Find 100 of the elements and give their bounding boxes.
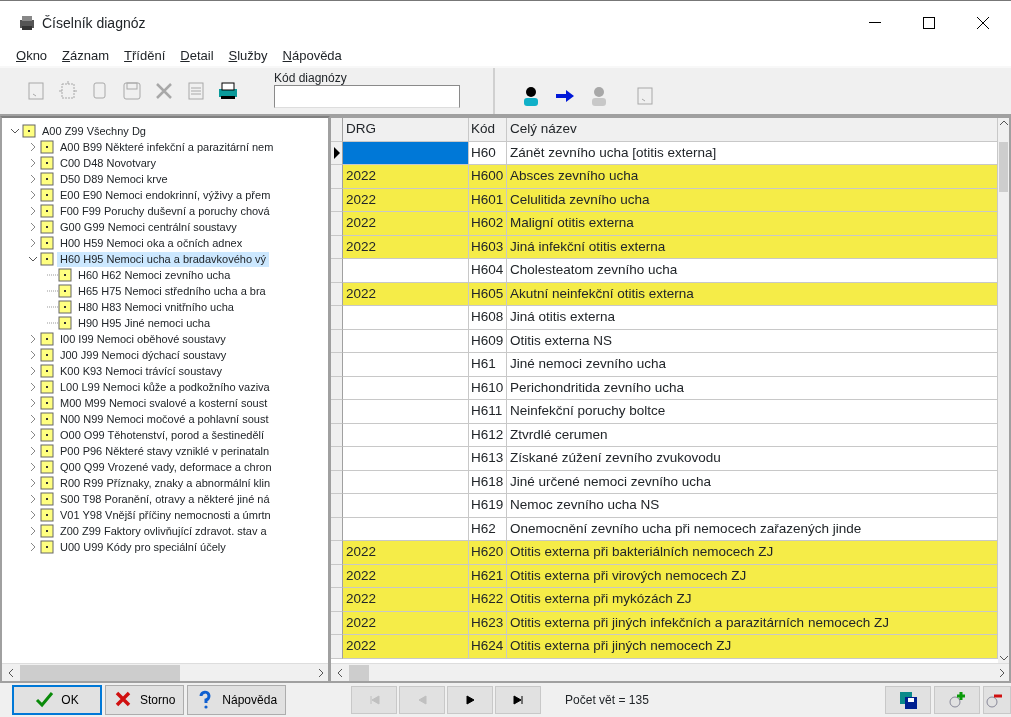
node-icon [58,268,72,282]
table-cell: Neinfekční poruchy boltce [507,400,998,424]
column-header[interactable]: Kód [469,118,507,142]
table-cell: Celulitida zevního ucha [507,188,998,212]
node-icon [40,220,54,234]
node-icon [40,380,54,394]
tree-item[interactable]: F00 F99 Poruchy duševní a poruchy chová [57,203,273,219]
table-cell: H604 [469,259,507,283]
table-cell: H605 [469,282,507,306]
node-icon [40,476,54,490]
tree-item[interactable]: R00 R99 Příznaky, znaky a abnormální klin [57,475,274,491]
table-cell: H602 [469,212,507,236]
node-icon [58,300,72,314]
column-header[interactable]: Celý název [507,118,998,142]
table-cell: Jiné určené nemoci zevního ucha [507,470,998,494]
node-icon [40,140,54,154]
tree-item[interactable]: V01 Y98 Vnější příčiny nemocnosti a úmrtn [57,507,274,523]
menu-item[interactable]: Detail [173,45,221,66]
tree-item[interactable]: Q00 Q99 Vrozené vady, deformace a chron [57,459,275,475]
tree-item[interactable]: L00 L99 Nemoci kůže a podkožního vaziva [57,379,273,395]
tree-item[interactable]: G00 G99 Nemoci centrální soustavy [57,219,240,235]
tree-item[interactable]: P00 P96 Některé stavy vzniklé v perinataln [57,443,273,459]
row-pointer-icon [332,146,341,159]
printer-icon [217,80,239,102]
node-icon [58,284,72,298]
vertical-scrollbar[interactable] [998,118,1009,663]
horizontal-scrollbar[interactable] [2,663,328,681]
sheet-icon [185,80,207,102]
menu-item[interactable]: Služby [221,45,275,66]
table-cell: H600 [469,165,507,189]
menu-item[interactable]: Třídění [117,45,173,66]
cancel-button[interactable]: Storno [105,685,185,715]
table-cell: Otitis externa při jiných nemocech ZJ [507,635,998,659]
table-cell: H624 [469,635,507,659]
horizontal-scrollbar[interactable] [331,663,1009,681]
tree-item[interactable]: D50 D89 Nemoci krve [57,171,171,187]
node-icon [40,332,54,346]
node-icon [40,412,54,426]
navigator-button[interactable] [447,686,494,714]
tree-item[interactable]: K00 K93 Nemoci trávící soustavy [57,363,225,379]
table-cell: H608 [469,306,507,330]
menu-item[interactable]: Okno [9,45,55,66]
table-cell: 2022 [343,165,469,189]
scroll-down-icon [998,653,1009,663]
node-icon [40,236,54,250]
scroll-up-icon [998,118,1009,128]
scroll-thumb[interactable] [349,664,369,681]
navigator-button[interactable] [495,686,542,714]
tree-item[interactable]: Z00 Z99 Faktory ovlivňující zdravot. stav a [57,523,270,539]
table-cell: 2022 [343,635,469,659]
tree-item[interactable]: S00 T98 Poranění, otravy a některé jiné ná [57,491,273,507]
tree-item[interactable]: H65 H75 Nemoci středního ucha a bra [75,283,269,299]
table-cell: H618 [469,470,507,494]
window-title: Číselník diagnóz [42,13,146,33]
table-cell: 2022 [343,282,469,306]
table-cell: H621 [469,564,507,588]
help-button[interactable]: Nápověda [187,685,287,715]
tree-item[interactable]: I00 I99 Nemoci oběhové soustavy [57,331,229,347]
code-field[interactable] [274,85,460,108]
table-cell: H620 [469,541,507,565]
tree-item[interactable]: E00 E90 Nemoci endokrinní, výživy a přem [57,187,274,203]
node-icon [40,508,54,522]
node-icon [40,156,54,170]
table-cell: H611 [469,400,507,424]
table-cell: Jiná otitis externa [507,306,998,330]
page-icon [634,85,656,107]
floppy-icon [898,690,918,710]
scroll-thumb[interactable] [999,142,1008,192]
tree-item[interactable]: O00 O99 Těhotenství, porod a šestinedělí [57,427,268,443]
tree-item[interactable]: M00 M99 Nemoci svalové a kosterní soust [57,395,271,411]
floppy-icon [121,80,143,102]
ok-button[interactable]: OK [12,685,102,715]
maximize-icon [923,17,935,29]
table-cell: 2022 [343,611,469,635]
scroll-thumb[interactable] [20,664,180,681]
menu-item[interactable]: Záznam [55,45,117,66]
column-header[interactable]: DRG [343,118,469,142]
tree-item[interactable]: H60 H95 Nemoci ucha a bradavkového vý [57,251,270,267]
tree-item[interactable]: A00 Z99 Všechny Dg [39,123,149,139]
table-cell: Cholesteatom zevního ucha [507,259,998,283]
table-cell: Jiná infekční otitis externa [507,235,998,259]
node-icon [40,444,54,458]
check-icon [35,690,56,710]
tree-item[interactable]: H00 H59 Nemoci oka a očních adnex [57,235,246,251]
tree-item[interactable]: H90 H95 Jiné nemoci ucha [75,315,214,331]
tree-item[interactable]: U00 U99 Kódy pro speciální účely [57,539,229,555]
table-cell: H613 [469,447,507,471]
menu-item[interactable]: Nápověda [275,45,349,66]
tree-item[interactable]: J00 J99 Nemoci dýchací soustavy [57,347,230,363]
tree-item[interactable]: A00 B99 Některé infekční a parazitární nem [57,139,277,155]
tree-item[interactable]: C00 D48 Novotvary [57,155,159,171]
tool-button[interactable] [885,686,931,714]
tree-item[interactable]: H60 H62 Nemoci zevního ucha [75,267,234,283]
table-cell: 2022 [343,588,469,612]
tree-item[interactable]: N00 N99 Nemoci močové a pohlavní soust [57,411,272,427]
node-icon [40,364,54,378]
table-cell: H619 [469,494,507,518]
tree-item[interactable]: H80 H83 Nemoci vnitřního ucha [75,299,237,315]
node-icon [40,460,54,474]
node-icon [40,540,54,554]
